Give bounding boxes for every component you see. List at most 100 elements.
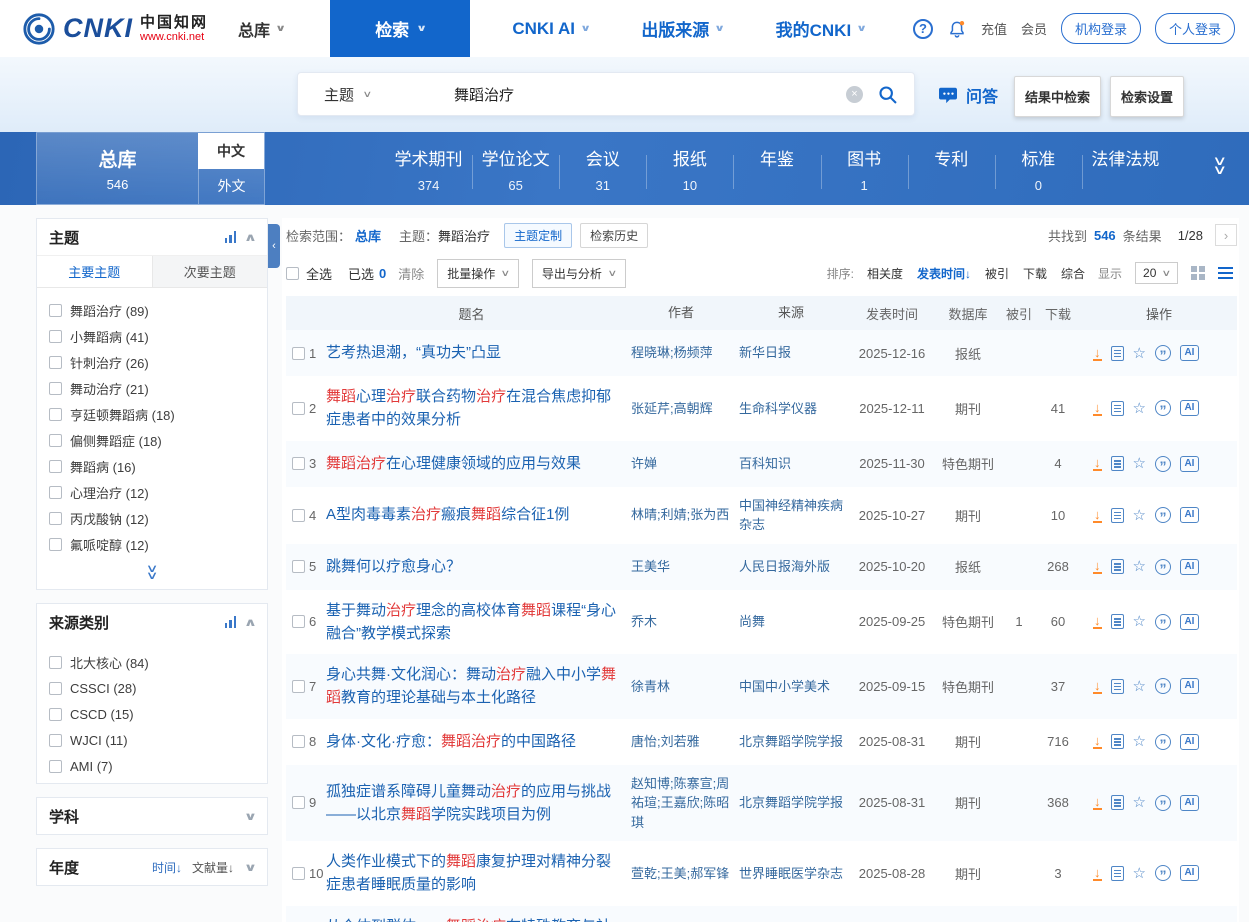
collapse-source-category-icon[interactable] (244, 616, 257, 629)
personal-login-button[interactable]: 个人登录 (1155, 13, 1235, 44)
ai-icon[interactable]: AI (1180, 614, 1199, 630)
sort-cited[interactable]: 被引 (985, 265, 1009, 282)
topic-custom-button[interactable]: 主题定制 (504, 223, 572, 248)
sort-downloads[interactable]: 下载 (1023, 265, 1047, 282)
result-title-link[interactable]: A型肉毒毒素治疗瘢痕舞蹈综合征1例 (326, 506, 569, 523)
filter-item[interactable]: 丙戊酸钠 (12) (37, 505, 267, 531)
favorite-icon[interactable]: ☆ (1133, 679, 1146, 694)
ai-icon[interactable]: AI (1180, 795, 1199, 811)
search-history-button[interactable]: 检索历史 (580, 223, 648, 248)
row-checkbox[interactable] (292, 735, 305, 748)
checkbox[interactable] (49, 656, 62, 669)
download-icon[interactable]: ↓ (1093, 559, 1102, 574)
row-checkbox[interactable] (292, 680, 305, 693)
db-tab-yearbook[interactable]: 年鉴 (733, 141, 820, 197)
checkbox[interactable] (49, 708, 62, 721)
filter-item[interactable]: 舞动治疗 (21) (37, 375, 267, 401)
grid-view-icon[interactable] (1191, 266, 1205, 280)
checkbox[interactable] (49, 434, 62, 447)
sort-publish-date[interactable]: 发表时间↓ (917, 265, 971, 282)
row-checkbox[interactable] (292, 509, 305, 522)
filter-item[interactable]: 亨廷顿舞蹈病 (18) (37, 401, 267, 427)
result-title-link[interactable]: 舞蹈治疗在心理健康领域的应用与效果 (326, 455, 581, 472)
filter-item[interactable]: WJCI (11) (37, 727, 267, 753)
html-read-icon[interactable] (1111, 401, 1124, 416)
select-all-label[interactable]: 全选 (306, 264, 332, 283)
html-read-icon[interactable] (1111, 795, 1124, 810)
clear-selection-button[interactable]: 清除 (398, 264, 424, 283)
checkbox[interactable] (49, 682, 62, 695)
filter-item[interactable]: 舞蹈治疗 (89) (37, 297, 267, 323)
search-in-results-button[interactable]: 结果中检索 (1014, 76, 1101, 117)
filter-item[interactable]: 舞蹈病 (16) (37, 453, 267, 479)
download-icon[interactable]: ↓ (1093, 508, 1102, 523)
db-tab-book[interactable]: 图书1 (821, 141, 908, 197)
filter-item[interactable]: 心理治疗 (12) (37, 479, 267, 505)
html-read-icon[interactable] (1111, 559, 1124, 574)
scope-value[interactable]: 总库 (355, 226, 381, 245)
filter-item[interactable]: CSSCI (28) (37, 675, 267, 701)
favorite-icon[interactable]: ☆ (1133, 346, 1146, 361)
filter-item[interactable]: 偏侧舞蹈症 (18) (37, 427, 267, 453)
cite-icon[interactable]: ” (1155, 507, 1171, 523)
favorite-icon[interactable]: ☆ (1133, 508, 1146, 523)
favorite-icon[interactable]: ☆ (1133, 614, 1146, 629)
tab-secondary-topic[interactable]: 次要主题 (152, 256, 268, 287)
checkbox[interactable] (49, 330, 62, 343)
nav-tab-search[interactable]: 检索 (330, 0, 470, 57)
result-title-link[interactable]: 人类作业模式下的舞蹈康复护理对精神分裂症患者睡眠质量的影响 (326, 853, 611, 893)
checkbox[interactable] (49, 486, 62, 499)
sort-by-count-icon[interactable] (225, 616, 237, 628)
column-header-title[interactable]: 题名 (326, 304, 631, 323)
db-switch[interactable]: 总库 (238, 17, 284, 41)
ai-icon[interactable]: AI (1180, 559, 1199, 575)
expand-db-bar-icon[interactable] (1215, 156, 1225, 174)
column-header-downloads[interactable]: 下载 (1035, 304, 1081, 323)
result-authors[interactable]: 张延芹;高朝辉 (631, 399, 739, 419)
cite-icon[interactable]: ” (1155, 400, 1171, 416)
ai-icon[interactable]: AI (1180, 345, 1199, 361)
cite-icon[interactable]: ” (1155, 865, 1171, 881)
result-source[interactable]: 百科知识 (739, 454, 851, 474)
qa-button[interactable]: 问答 (938, 83, 998, 107)
ai-icon[interactable]: AI (1180, 456, 1199, 472)
favorite-icon[interactable]: ☆ (1133, 795, 1146, 810)
cite-icon[interactable]: ” (1155, 345, 1171, 361)
column-header-date[interactable]: 发表时间 (851, 304, 933, 323)
html-read-icon[interactable] (1111, 614, 1124, 629)
notification-bell-icon[interactable] (947, 19, 967, 39)
result-authors[interactable]: 许婵 (631, 454, 739, 474)
cite-icon[interactable]: ” (1155, 734, 1171, 750)
download-icon[interactable]: ↓ (1093, 346, 1102, 361)
expand-subject-icon[interactable] (244, 810, 257, 823)
column-header-cited[interactable]: 被引 (1003, 304, 1035, 323)
clear-search-icon[interactable]: × (846, 86, 863, 103)
checkbox[interactable] (49, 734, 62, 747)
result-source[interactable]: 北京舞蹈学院学报 (739, 793, 851, 813)
favorite-icon[interactable]: ☆ (1133, 734, 1146, 749)
favorite-icon[interactable]: ☆ (1133, 401, 1146, 416)
result-title-link[interactable]: 艺考热退潮，“真功夫”凸显 (326, 344, 501, 361)
row-checkbox[interactable] (292, 457, 305, 470)
html-read-icon[interactable] (1111, 346, 1124, 361)
ai-icon[interactable]: AI (1180, 865, 1199, 881)
column-header-source[interactable]: 来源 (739, 303, 851, 323)
column-header-authors[interactable]: 作者 (631, 303, 739, 323)
ai-icon[interactable]: AI (1180, 507, 1199, 523)
next-page-button[interactable]: › (1215, 224, 1237, 246)
db-tab-standard[interactable]: 标准0 (995, 141, 1082, 197)
nav-tab-cnki-ai[interactable]: CNKI AI (512, 19, 589, 39)
download-icon[interactable]: ↓ (1093, 679, 1102, 694)
row-checkbox[interactable] (292, 615, 305, 628)
db-tab-journal[interactable]: 学术期刊374 (385, 141, 472, 197)
checkbox[interactable] (49, 760, 62, 773)
html-read-icon[interactable] (1111, 679, 1124, 694)
list-view-icon[interactable] (1218, 267, 1233, 280)
favorite-icon[interactable]: ☆ (1133, 559, 1146, 574)
db-tab-conference[interactable]: 会议31 (559, 141, 646, 197)
lang-tab-chinese[interactable]: 中文 (198, 133, 264, 169)
member-link[interactable]: 会员 (1021, 19, 1047, 38)
result-title-link[interactable]: 从个体到群体——舞蹈治疗在特殊教育与社会支持体系中的实践探索 (326, 918, 611, 922)
db-tab-newspaper[interactable]: 报纸10 (646, 141, 733, 197)
download-icon[interactable]: ↓ (1093, 456, 1102, 471)
